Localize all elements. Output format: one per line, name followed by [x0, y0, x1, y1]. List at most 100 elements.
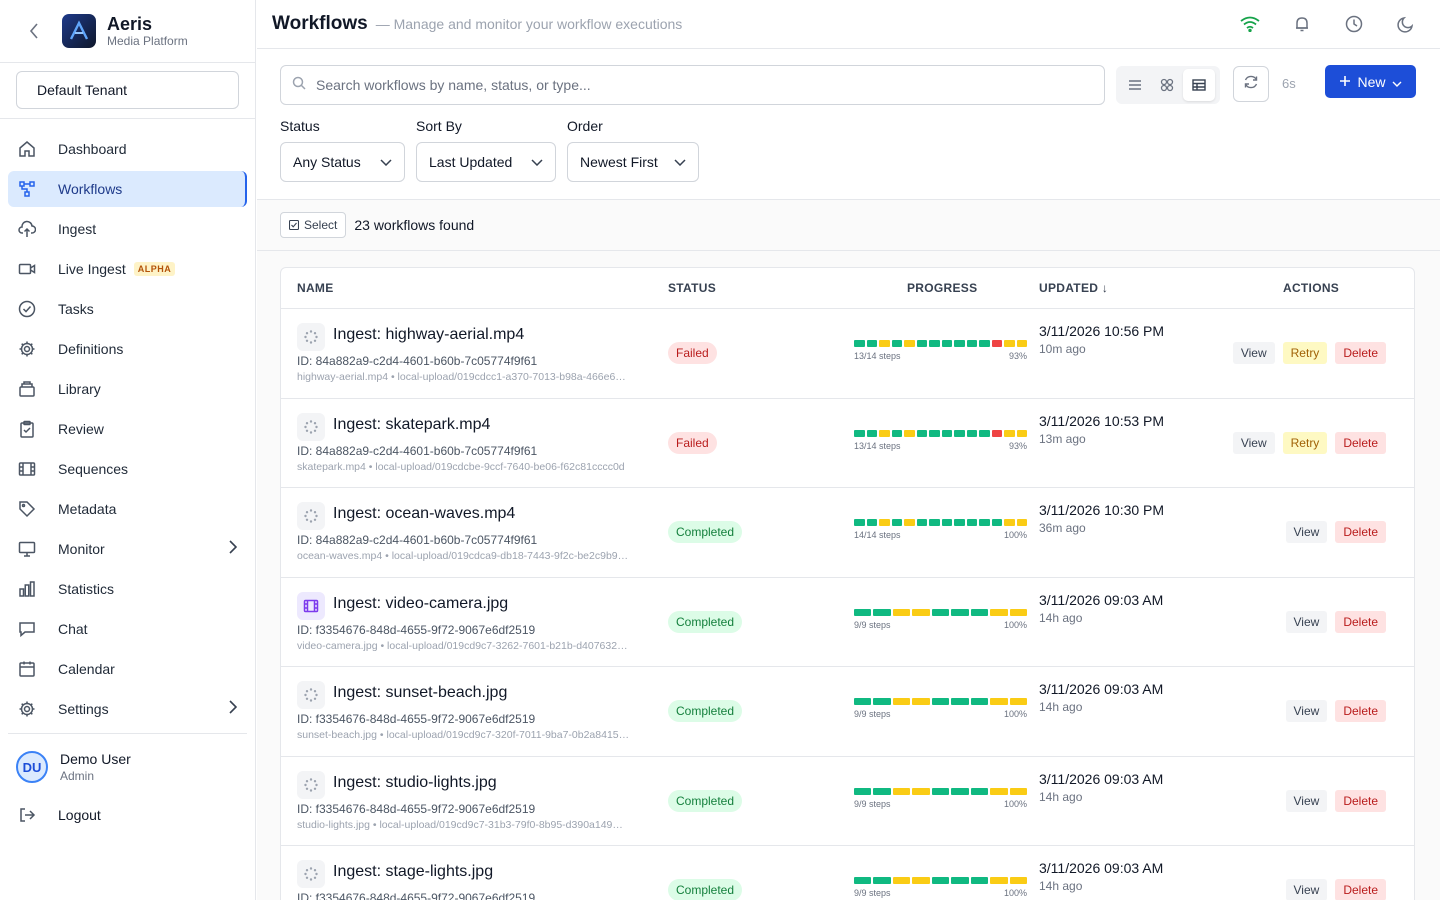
- view-button[interactable]: View: [1285, 521, 1328, 543]
- view-button[interactable]: View: [1232, 431, 1275, 454]
- progress-step: [1009, 608, 1027, 616]
- status-badge: Failed: [668, 431, 717, 454]
- view-button[interactable]: View: [1285, 789, 1328, 812]
- sidebar-item-workflows[interactable]: Workflows: [8, 171, 247, 207]
- user-profile[interactable]: DU Demo User Admin: [0, 734, 255, 784]
- table-row[interactable]: Ingest: stage-lights.jpg ID: f3354676-848…: [281, 846, 1414, 900]
- delete-button[interactable]: Delete: [1335, 431, 1386, 454]
- progress-step: [866, 340, 877, 347]
- progress-steps: 13/14 steps: [854, 351, 901, 361]
- back-icon[interactable]: [24, 21, 44, 41]
- tenant-selector[interactable]: Default Tenant: [16, 71, 239, 109]
- refresh-button[interactable]: [1233, 66, 1269, 102]
- updated-date: 3/11/2026 10:53 PM: [1039, 412, 1165, 429]
- progress-step: [891, 429, 902, 437]
- status-select[interactable]: Any Status: [280, 142, 405, 182]
- list-view-button[interactable]: [1119, 69, 1151, 101]
- progress-step: [891, 519, 902, 526]
- video-icon: [18, 260, 36, 278]
- sidebar-item-tasks[interactable]: Tasks: [8, 291, 247, 327]
- results-bar: Select 23 workflows found: [257, 199, 1440, 251]
- table-row[interactable]: Ingest: skatepark.mp4 ID: 84a882a9-c2d4-4…: [281, 399, 1414, 488]
- new-workflow-button[interactable]: New: [1325, 65, 1416, 98]
- moon-icon[interactable]: [1396, 14, 1416, 34]
- progress-step: [854, 608, 872, 616]
- sidebar-item-review[interactable]: Review: [8, 411, 247, 447]
- view-button[interactable]: View: [1232, 342, 1275, 364]
- col-progress[interactable]: PROGRESS: [907, 281, 977, 295]
- view-button[interactable]: View: [1285, 700, 1328, 722]
- search-box[interactable]: [280, 65, 1105, 105]
- col-status[interactable]: STATUS: [668, 281, 716, 295]
- table-row[interactable]: Ingest: ocean-waves.mp4 ID: 84a882a9-c2d4…: [281, 488, 1414, 578]
- progress-step: [892, 787, 911, 795]
- view-button[interactable]: View: [1285, 879, 1328, 900]
- progress-step: [954, 519, 965, 526]
- col-name[interactable]: NAME: [297, 281, 334, 295]
- progress-step: [1016, 429, 1027, 437]
- chat-icon: [18, 620, 36, 638]
- select-button[interactable]: Select: [280, 212, 347, 238]
- workflow-title[interactable]: Ingest: stage-lights.jpg: [333, 863, 493, 881]
- updated-date: 3/11/2026 09:03 AM: [1039, 681, 1164, 697]
- progress-steps: 9/9 steps: [854, 798, 891, 809]
- delete-button[interactable]: Delete: [1335, 789, 1386, 812]
- updated-cell: 3/11/2026 10:30 PM 36m ago: [1039, 502, 1164, 535]
- updated-cell: 3/11/2026 09:03 AM 14h ago: [1039, 592, 1163, 625]
- delete-button[interactable]: Delete: [1335, 700, 1386, 722]
- table-row[interactable]: Ingest: video-camera.jpg ID: f3354676-848…: [281, 578, 1414, 667]
- sidebar-item-ingest[interactable]: Ingest: [8, 211, 247, 247]
- sort-select[interactable]: Last Updated: [416, 142, 556, 182]
- delete-button[interactable]: Delete: [1335, 521, 1386, 543]
- sidebar-item-metadata[interactable]: Metadata: [8, 491, 247, 527]
- clock-icon[interactable]: [1344, 14, 1364, 34]
- table-view-button[interactable]: [1183, 69, 1215, 101]
- bell-icon[interactable]: [1292, 14, 1312, 34]
- sidebar-item-monitor[interactable]: Monitor: [8, 531, 247, 567]
- sidebar-item-calendar[interactable]: Calendar: [8, 651, 247, 687]
- retry-button[interactable]: Retry: [1282, 342, 1328, 364]
- table-row[interactable]: Ingest: sunset-beach.jpg ID: f3354676-848…: [281, 667, 1414, 757]
- sidebar-item-label: Library: [58, 381, 101, 397]
- workflow-title[interactable]: Ingest: highway-aerial.mp4: [333, 326, 524, 344]
- user-role: Admin: [60, 769, 95, 783]
- delete-button[interactable]: Delete: [1335, 342, 1386, 364]
- delete-button[interactable]: Delete: [1335, 610, 1386, 633]
- progress-step: [1009, 877, 1027, 884]
- table-area: NAME STATUS PROGRESS UPDATED ↓ ACTIONS I…: [257, 251, 1440, 900]
- progress-step: [873, 608, 891, 616]
- brand-name: Aeris: [107, 13, 153, 34]
- search-input[interactable]: [316, 77, 1076, 93]
- chevron-down-icon: [1392, 74, 1402, 90]
- progress-step: [1009, 787, 1027, 795]
- grid-view-button[interactable]: [1151, 69, 1183, 101]
- sidebar-item-statistics[interactable]: Statistics: [8, 571, 247, 607]
- table-row[interactable]: Ingest: studio-lights.jpg ID: f3354676-84…: [281, 757, 1414, 846]
- sidebar-item-live-ingest[interactable]: Live Ingest ALPHA: [8, 251, 247, 287]
- progress-step: [892, 877, 911, 884]
- progress-step: [970, 608, 989, 616]
- workflow-title[interactable]: Ingest: video-camera.jpg: [333, 595, 508, 613]
- sidebar-item-definitions[interactable]: Definitions: [8, 331, 247, 367]
- sidebar-item-settings[interactable]: Settings: [8, 691, 247, 727]
- sidebar-item-dashboard[interactable]: Dashboard: [8, 131, 247, 167]
- status-filter-label: Status: [280, 118, 320, 134]
- logout-button[interactable]: Logout: [0, 784, 255, 824]
- progress-step: [891, 340, 902, 347]
- workflow-title[interactable]: Ingest: sunset-beach.jpg: [333, 684, 507, 702]
- view-button[interactable]: View: [1285, 610, 1328, 633]
- workflow-title[interactable]: Ingest: ocean-waves.mp4: [333, 505, 515, 523]
- progress-step: [873, 787, 891, 795]
- progress-percent: 100%: [1003, 888, 1027, 898]
- delete-button[interactable]: Delete: [1335, 879, 1386, 900]
- sidebar-item-chat[interactable]: Chat: [8, 611, 247, 647]
- order-select[interactable]: Newest First: [567, 142, 699, 182]
- col-updated[interactable]: UPDATED ↓: [1039, 281, 1108, 295]
- workflow-title[interactable]: Ingest: studio-lights.jpg: [333, 774, 497, 792]
- status-badge: Completed: [668, 789, 743, 812]
- sidebar-item-library[interactable]: Library: [8, 371, 247, 407]
- table-row[interactable]: Ingest: highway-aerial.mp4 ID: 84a882a9-c…: [281, 309, 1414, 399]
- retry-button[interactable]: Retry: [1282, 431, 1328, 454]
- workflow-title[interactable]: Ingest: skatepark.mp4: [333, 416, 490, 434]
- sidebar-item-sequences[interactable]: Sequences: [8, 451, 247, 487]
